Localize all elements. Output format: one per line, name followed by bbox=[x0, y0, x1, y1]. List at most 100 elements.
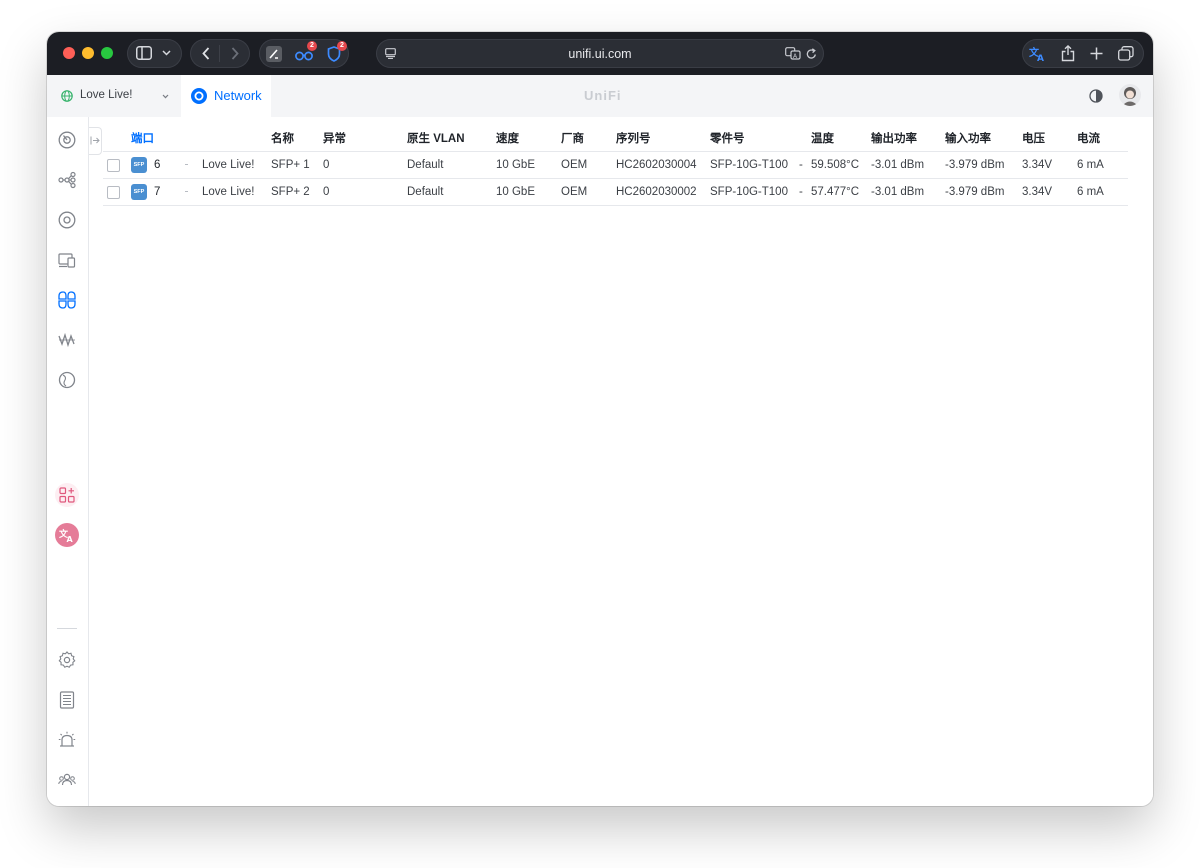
part-number: SFP-10G-T100 bbox=[710, 159, 788, 171]
column-header-voltage[interactable]: 电压 bbox=[1022, 125, 1077, 152]
device-name: Love Live! bbox=[202, 185, 255, 198]
sidebar-divider bbox=[57, 628, 77, 629]
tab-network[interactable]: Network bbox=[181, 75, 271, 118]
settings-icon bbox=[58, 651, 76, 668]
sidebar-item-system-log[interactable] bbox=[55, 688, 79, 712]
translate-page-icon[interactable]: A bbox=[785, 47, 801, 60]
temperature: 57.477°C bbox=[811, 178, 871, 206]
chevron-down-icon[interactable] bbox=[162, 50, 171, 56]
theme-toggle-icon[interactable] bbox=[1089, 89, 1103, 103]
part-extra: - bbox=[798, 186, 803, 198]
column-header-device bbox=[181, 125, 271, 152]
svg-text:A: A bbox=[67, 535, 74, 543]
sidebar-item-topology[interactable] bbox=[55, 168, 79, 192]
admins-icon bbox=[58, 773, 76, 786]
tab-overview-icon[interactable] bbox=[1118, 46, 1134, 61]
alarm-icon bbox=[58, 731, 76, 747]
sidebar-item-translate[interactable]: 文 A bbox=[55, 523, 79, 547]
column-header-current[interactable]: 电流 bbox=[1077, 125, 1128, 152]
column-header-native-vlan[interactable]: 原生 VLAN bbox=[407, 125, 496, 152]
sidebar-item-location[interactable] bbox=[55, 368, 79, 392]
sidebar-item-settings[interactable] bbox=[55, 648, 79, 672]
part-extra: - bbox=[798, 159, 803, 171]
column-header-serial[interactable]: 序列号 bbox=[616, 125, 710, 152]
expand-arrow-icon bbox=[90, 136, 100, 145]
tx-power: -3.01 dBm bbox=[871, 178, 945, 206]
port-number: 6 bbox=[154, 159, 161, 171]
voltage: 3.34V bbox=[1022, 178, 1077, 206]
column-header-rx-power[interactable]: 输入功率 bbox=[945, 125, 1022, 152]
user-avatar-icon bbox=[1122, 87, 1138, 106]
current: 6 mA bbox=[1077, 178, 1128, 206]
extension-badge: 2 bbox=[307, 41, 317, 51]
tab-network-label: Network bbox=[214, 88, 262, 103]
sidebar-item-alarm-manager[interactable] bbox=[55, 728, 79, 752]
minimize-window-button[interactable] bbox=[82, 47, 94, 59]
sidebar-item-unifi-devices[interactable] bbox=[55, 208, 79, 232]
sidebar-toggle-group[interactable] bbox=[127, 39, 182, 68]
native-vlan: Default bbox=[407, 151, 496, 179]
sidebar-item-innerspace[interactable] bbox=[55, 483, 79, 507]
row-checkbox[interactable] bbox=[107, 158, 120, 172]
dashboard-icon bbox=[58, 131, 76, 149]
column-header-vendor[interactable]: 厂商 bbox=[561, 125, 616, 152]
link-status-dot bbox=[185, 191, 188, 193]
ports-icon bbox=[58, 291, 76, 309]
rx-power: -3.979 dBm bbox=[945, 151, 1022, 179]
sidebar-icon[interactable] bbox=[136, 46, 152, 60]
new-tab-icon[interactable] bbox=[1090, 47, 1103, 60]
back-icon[interactable] bbox=[202, 47, 210, 60]
voltage: 3.34V bbox=[1022, 151, 1077, 179]
sfp-port-icon: SFP bbox=[131, 157, 147, 173]
globe-icon bbox=[61, 90, 73, 102]
link-speed: 10 GbE bbox=[496, 151, 561, 179]
temperature: 59.508°C bbox=[811, 151, 871, 179]
table-row[interactable]: SFP 7 Love Live! SFP+ 2 0 Default 10 GbE … bbox=[103, 178, 1128, 206]
avatar[interactable] bbox=[1119, 84, 1141, 106]
sidebar-item-dashboard[interactable] bbox=[55, 128, 79, 152]
row-checkbox[interactable] bbox=[107, 185, 120, 199]
zoom-window-button[interactable] bbox=[101, 47, 113, 59]
close-window-button[interactable] bbox=[63, 47, 75, 59]
logs-icon bbox=[59, 691, 75, 709]
port-number: 7 bbox=[154, 186, 161, 198]
extensions-group: 2 2 bbox=[259, 39, 349, 68]
svg-text:A: A bbox=[1037, 54, 1044, 62]
link-speed: 10 GbE bbox=[496, 178, 561, 206]
column-header-temperature[interactable]: 温度 bbox=[811, 125, 871, 152]
port-name: SFP+ 1 bbox=[271, 151, 323, 179]
markup-extension-icon[interactable] bbox=[266, 46, 282, 62]
anomaly-count: 0 bbox=[323, 178, 407, 206]
translate-extension-icon[interactable]: 文 A bbox=[1029, 46, 1045, 62]
table-row[interactable]: SFP 6 Love Live! SFP+ 1 0 Default 10 GbE … bbox=[103, 151, 1128, 179]
native-vlan: Default bbox=[407, 178, 496, 206]
anomaly-count: 0 bbox=[323, 151, 407, 179]
site-name: Love Live! bbox=[80, 89, 133, 101]
sidebar-item-client-devices[interactable] bbox=[55, 248, 79, 272]
column-header-name[interactable]: 名称 bbox=[271, 125, 323, 152]
network-app-icon bbox=[191, 88, 207, 104]
site-selector[interactable]: Love Live! bbox=[47, 75, 182, 117]
sidebar-item-admins[interactable] bbox=[55, 768, 79, 792]
column-header-tx-power[interactable]: 输出功率 bbox=[871, 125, 945, 152]
share-icon[interactable] bbox=[1061, 45, 1075, 62]
translate-icon: 文 A bbox=[59, 528, 74, 543]
reload-icon[interactable] bbox=[806, 48, 817, 60]
serial-number: HC2602030002 bbox=[616, 178, 710, 206]
expand-panel-button[interactable] bbox=[89, 127, 102, 155]
forward-icon[interactable] bbox=[231, 47, 239, 60]
column-header-speed[interactable]: 速度 bbox=[496, 125, 561, 152]
address-bar[interactable]: unifi.ui.com A bbox=[376, 39, 824, 68]
column-header-anomaly[interactable]: 异常 bbox=[323, 125, 407, 152]
topology-icon bbox=[58, 171, 76, 189]
column-header-port[interactable]: 端口 bbox=[131, 125, 181, 152]
serial-number: HC2602030004 bbox=[616, 151, 710, 179]
sfp-ports-table: 端口 名称 异常 原生 VLAN 速度 厂商 序列号 零件号 温度 输出功率 输… bbox=[103, 125, 1128, 206]
sidebar-item-insights[interactable] bbox=[55, 328, 79, 352]
column-header-part-number[interactable]: 零件号 bbox=[710, 125, 811, 152]
sidebar-item-ports[interactable] bbox=[55, 288, 79, 312]
select-all-column bbox=[103, 125, 131, 152]
tx-power: -3.01 dBm bbox=[871, 151, 945, 179]
url-text: unifi.ui.com bbox=[568, 47, 632, 61]
devices-icon bbox=[58, 211, 76, 229]
